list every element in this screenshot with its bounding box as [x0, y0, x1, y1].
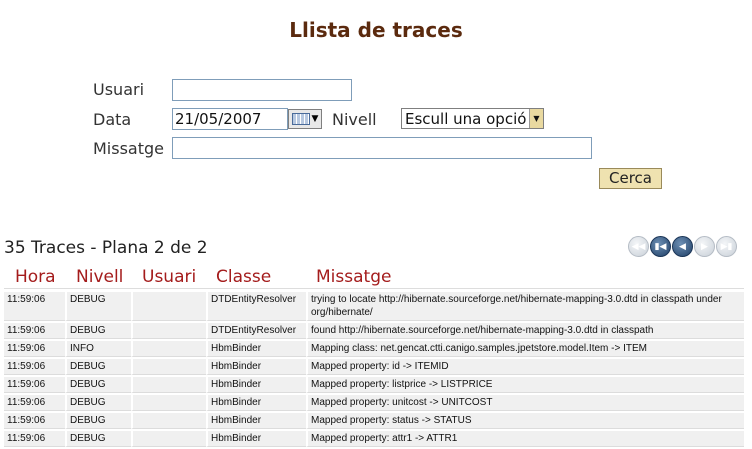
- cell-hora: 11:59:06: [4, 431, 65, 447]
- table-header: Hora Nivell Usuari Classe Missatge: [4, 266, 744, 289]
- cell-hora: 11:59:06: [4, 359, 65, 375]
- cell-hora: 11:59:06: [4, 292, 65, 321]
- table-row: 11:59:06 DEBUG HbmBinder Mapped property: s…: [4, 413, 744, 429]
- cell-usuari: [131, 431, 206, 447]
- cell-hora: 11:59:06: [4, 413, 65, 429]
- table-row: 11:59:06 DEBUG DTDEntityResolver found http…: [4, 323, 744, 339]
- chevron-down-icon: ▼: [311, 114, 319, 124]
- results-summary: 35 Traces - Plana 2 de 2: [4, 238, 208, 258]
- table-row: 11:59:06 DEBUG HbmBinder Mapped property: a…: [4, 431, 744, 447]
- cell-nivell: DEBUG: [65, 431, 131, 447]
- cell-nivell: DEBUG: [65, 395, 131, 411]
- cell-missatge: Mapped property: listprice -> LISTPRICE: [306, 377, 744, 393]
- cell-usuari: [131, 395, 206, 411]
- cell-usuari: [131, 359, 206, 375]
- traces-table: 11:59:06 DEBUG DTDEntityResolver trying to …: [4, 290, 744, 449]
- cell-classe: HbmBinder: [206, 341, 306, 357]
- cell-classe: HbmBinder: [206, 431, 306, 447]
- previous-page-icon[interactable]: ◀: [672, 236, 693, 257]
- nivell-label: Nivell: [332, 110, 377, 129]
- page-title: Llista de traces: [289, 18, 463, 42]
- cell-missatge: found http://hibernate.sourceforge.net/h…: [306, 323, 744, 339]
- cell-hora: 11:59:06: [4, 395, 65, 411]
- data-label: Data: [93, 110, 132, 129]
- missatge-label: Missatge: [93, 139, 164, 158]
- cell-hora: 11:59:06: [4, 323, 65, 339]
- usuari-label: Usuari: [93, 80, 145, 99]
- cell-usuari: [131, 413, 206, 429]
- cell-missatge: Mapped property: id -> ITEMID: [306, 359, 744, 375]
- table-row: 11:59:06 DEBUG HbmBinder Mapped property: u…: [4, 395, 744, 411]
- cell-nivell: DEBUG: [65, 413, 131, 429]
- cell-classe: HbmBinder: [206, 377, 306, 393]
- cell-usuari: [131, 292, 206, 321]
- calendar-button[interactable]: ▼: [288, 109, 322, 129]
- cell-missatge: Mapping class: net.gencat.ctti.canigo.sa…: [306, 341, 744, 357]
- chevron-down-icon[interactable]: ▼: [529, 109, 543, 128]
- pagination: ◀◀ ▮◀ ◀ ▶ ▶▮: [628, 236, 737, 258]
- table-row: 11:59:06 INFO HbmBinder Mapping class: net.…: [4, 341, 744, 357]
- cell-classe: HbmBinder: [206, 395, 306, 411]
- cell-missatge: trying to locate http://hibernate.source…: [306, 292, 744, 321]
- table-row: 11:59:06 DEBUG HbmBinder Mapped property: l…: [4, 377, 744, 393]
- column-header-usuari[interactable]: Usuari: [142, 267, 196, 287]
- cell-nivell: DEBUG: [65, 292, 131, 321]
- cell-usuari: [131, 341, 206, 357]
- cell-usuari: [131, 377, 206, 393]
- cell-missatge: Mapped property: unitcost -> UNITCOST: [306, 395, 744, 411]
- column-header-classe[interactable]: Classe: [216, 267, 271, 287]
- cell-classe: DTDEntityResolver: [206, 292, 306, 321]
- search-button[interactable]: Cerca: [599, 168, 662, 189]
- cell-missatge: Mapped property: attr1 -> ATTR1: [306, 431, 744, 447]
- table-row: 11:59:06 DEBUG DTDEntityResolver trying to …: [4, 292, 744, 321]
- next-page-icon[interactable]: ▶: [694, 236, 715, 257]
- cell-classe: HbmBinder: [206, 359, 306, 375]
- cell-classe: HbmBinder: [206, 413, 306, 429]
- calendar-icon: [291, 113, 310, 125]
- usuari-input[interactable]: [172, 79, 352, 101]
- cell-classe: DTDEntityResolver: [206, 323, 306, 339]
- cell-hora: 11:59:06: [4, 341, 65, 357]
- cell-nivell: DEBUG: [65, 359, 131, 375]
- column-header-missatge[interactable]: Missatge: [316, 267, 391, 287]
- cell-missatge: Mapped property: status -> STATUS: [306, 413, 744, 429]
- cell-nivell: DEBUG: [65, 323, 131, 339]
- column-header-hora[interactable]: Hora: [15, 267, 56, 287]
- last-page-icon[interactable]: ▶▮: [716, 236, 737, 257]
- column-header-nivell[interactable]: Nivell: [76, 267, 123, 287]
- table-row: 11:59:06 DEBUG HbmBinder Mapped property: i…: [4, 359, 744, 375]
- cell-usuari: [131, 323, 206, 339]
- date-input[interactable]: [172, 108, 288, 130]
- first-page-icon[interactable]: ▮◀: [650, 236, 671, 257]
- missatge-input[interactable]: [172, 137, 592, 159]
- first-page-icon[interactable]: ◀◀: [628, 236, 649, 257]
- cell-nivell: INFO: [65, 341, 131, 357]
- cell-nivell: DEBUG: [65, 377, 131, 393]
- nivell-selected-value: Escull una opció: [405, 110, 527, 128]
- cell-hora: 11:59:06: [4, 377, 65, 393]
- nivell-select[interactable]: Escull una opció ▼: [401, 108, 544, 129]
